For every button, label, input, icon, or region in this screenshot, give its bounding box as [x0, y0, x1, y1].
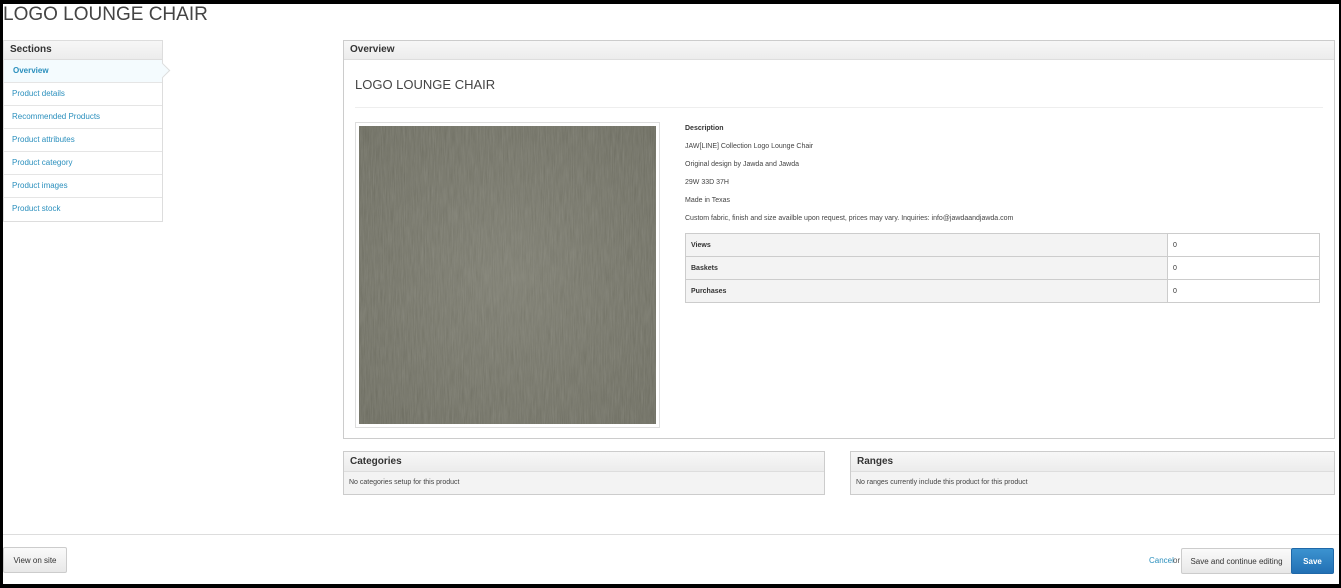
- sidebar-item-recommended-products[interactable]: Recommended Products: [4, 106, 162, 129]
- ranges-text: No ranges currently include this product…: [851, 472, 1334, 494]
- description-label: Description: [685, 125, 724, 132]
- divider: [355, 107, 1323, 108]
- product-image: [355, 122, 660, 428]
- categories-text: No categories setup for this product: [344, 472, 824, 494]
- table-row: Baskets 0: [685, 256, 1320, 280]
- sidebar-item-product-category[interactable]: Product category: [4, 152, 162, 175]
- stat-label: Baskets: [685, 256, 1168, 280]
- product-details: Description JAW[LINE] Collection Logo Lo…: [685, 125, 1321, 303]
- sections-sidebar: Sections Overview Product details Recomm…: [3, 40, 163, 222]
- sidebar-item-product-attributes[interactable]: Product attributes: [4, 129, 162, 152]
- sidebar-heading: Sections: [4, 41, 162, 60]
- categories-heading: Categories: [344, 452, 824, 472]
- product-name: LOGO LOUNGE CHAIR: [355, 77, 496, 92]
- description-line: Made in Texas: [685, 197, 731, 204]
- description-line: 29W 33D 37H: [685, 179, 729, 186]
- page-title: LOGO LOUNGE CHAIR: [3, 4, 208, 25]
- stat-value: 0: [1167, 233, 1320, 257]
- view-on-site-button[interactable]: View on site: [3, 547, 67, 573]
- ranges-heading: Ranges: [851, 452, 1334, 472]
- stat-value: 0: [1167, 256, 1320, 280]
- footer-divider: [3, 534, 1339, 535]
- overview-heading: Overview: [344, 41, 1334, 60]
- stat-label: Purchases: [685, 279, 1168, 303]
- stat-label: Views: [685, 233, 1168, 257]
- overview-panel: Overview LOGO LOUNGE CHAIR Description J…: [343, 40, 1335, 439]
- categories-panel: Categories No categories setup for this …: [343, 451, 825, 495]
- sidebar-item-product-images[interactable]: Product images: [4, 175, 162, 198]
- stats-table: Views 0 Baskets 0 Purchases 0: [685, 233, 1320, 303]
- stat-value: 0: [1167, 279, 1320, 303]
- sidebar-item-product-details[interactable]: Product details: [4, 83, 162, 106]
- description-line: Original design by Jawda and Jawda: [685, 161, 800, 168]
- sidebar-item-product-stock[interactable]: Product stock: [4, 198, 162, 221]
- description-line: JAW[LINE] Collection Logo Lounge Chair: [685, 143, 814, 150]
- cancel-link[interactable]: Cancel: [1149, 556, 1174, 565]
- save-button[interactable]: Save: [1291, 548, 1334, 574]
- or-text: or: [1173, 556, 1181, 565]
- ranges-panel: Ranges No ranges currently include this …: [850, 451, 1335, 495]
- table-row: Views 0: [685, 233, 1320, 257]
- table-row: Purchases 0: [685, 279, 1320, 303]
- save-and-continue-button[interactable]: Save and continue editing: [1181, 548, 1292, 574]
- sidebar-item-overview[interactable]: Overview: [4, 60, 162, 83]
- fabric-swatch-image: [359, 126, 656, 424]
- description-line: Custom fabric, finish and size availble …: [685, 215, 1014, 222]
